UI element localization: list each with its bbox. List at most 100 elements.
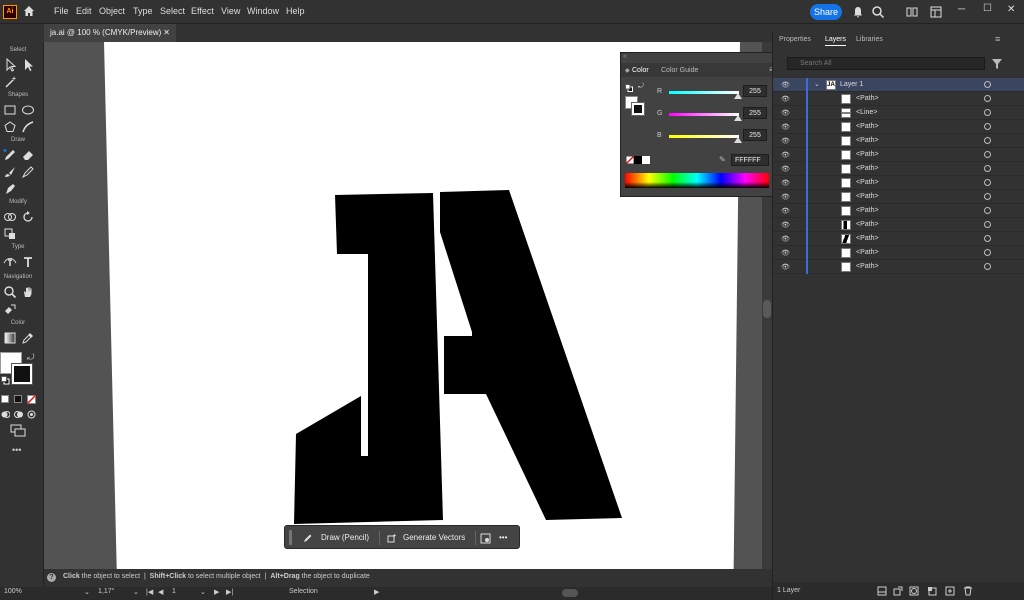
- visibility-eye-icon[interactable]: 👁: [781, 165, 790, 173]
- direct-selection-tool-icon[interactable]: [22, 58, 36, 72]
- zoom-tool-icon[interactable]: [3, 285, 17, 299]
- swap-colors-icon[interactable]: ⤾: [638, 83, 644, 91]
- target-circle-icon[interactable]: [984, 137, 991, 144]
- shape-builder-tool-icon[interactable]: [3, 210, 17, 224]
- layer-item-row[interactable]: 👁 <Line>: [773, 106, 1024, 120]
- clipping-mask-icon[interactable]: [909, 586, 919, 596]
- visibility-eye-icon[interactable]: 👁: [781, 137, 790, 145]
- previous-artboard-icon[interactable]: ◀: [158, 588, 163, 596]
- layer-item-row[interactable]: 👁 <Path>: [773, 134, 1024, 148]
- tab-layers[interactable]: Layers: [825, 36, 847, 46]
- share-button[interactable]: Share: [810, 4, 842, 20]
- color-spectrum[interactable]: [625, 173, 769, 188]
- generate-vectors-button[interactable]: Generate Vectors: [384, 530, 472, 546]
- locate-object-icon[interactable]: [893, 586, 903, 596]
- print-tiling-tool-icon[interactable]: [3, 302, 17, 316]
- status-menu-icon[interactable]: ▶: [374, 588, 379, 596]
- menu-object[interactable]: Object: [99, 6, 125, 16]
- draw-normal-icon[interactable]: [1, 410, 10, 419]
- layer-item-row[interactable]: 👁 <Path>: [773, 120, 1024, 134]
- layer-item-label[interactable]: <Path>: [856, 95, 879, 102]
- type-tool-icon[interactable]: [21, 255, 35, 269]
- maximize-icon[interactable]: ☐: [983, 3, 992, 14]
- search-icon[interactable]: [871, 5, 885, 19]
- slider-b-value[interactable]: 255: [743, 129, 767, 141]
- rotate-dropdown-icon[interactable]: ⌄: [133, 588, 139, 596]
- more-tools-icon[interactable]: •••: [12, 445, 21, 455]
- target-circle-icon[interactable]: [984, 263, 991, 270]
- zoom-dropdown-icon[interactable]: ⌄: [84, 588, 90, 596]
- default-colors-icon[interactable]: [625, 84, 633, 92]
- slider-g-value[interactable]: 255: [743, 107, 767, 119]
- collapse-panel-icon[interactable]: «: [623, 53, 627, 60]
- shaper-tool-icon[interactable]: [21, 120, 35, 134]
- menu-file[interactable]: File: [54, 6, 69, 16]
- layer-item-label[interactable]: <Path>: [856, 137, 879, 144]
- more-options-icon[interactable]: •••: [499, 530, 515, 546]
- visibility-eye-icon[interactable]: 👁: [781, 95, 790, 103]
- selection-tool-icon[interactable]: [4, 58, 18, 72]
- layer-item-row[interactable]: 👁 <Path>: [773, 232, 1024, 246]
- swap-fill-stroke-icon[interactable]: ⤾: [27, 352, 35, 363]
- horizontal-scroll-thumb[interactable]: [562, 589, 578, 597]
- visibility-eye-icon[interactable]: 👁: [781, 109, 790, 117]
- layer-item-label[interactable]: <Line>: [856, 109, 877, 116]
- visibility-eye-icon[interactable]: 👁: [781, 221, 790, 229]
- workspace-icon[interactable]: [929, 5, 943, 19]
- next-artboard-icon[interactable]: ▶: [214, 588, 219, 596]
- visibility-eye-icon[interactable]: 👁: [781, 123, 790, 131]
- slider-g-track[interactable]: [669, 113, 739, 116]
- black-swatch[interactable]: [634, 156, 642, 164]
- menu-help[interactable]: Help: [286, 6, 305, 16]
- screen-mode-icon[interactable]: [10, 424, 26, 438]
- menu-window[interactable]: Window: [247, 6, 279, 16]
- draw-behind-icon[interactable]: [14, 410, 23, 419]
- artboard-number[interactable]: 1: [172, 588, 176, 595]
- hex-eyedropper-icon[interactable]: ✎: [719, 155, 726, 164]
- paintbrush-tool-icon[interactable]: [3, 165, 17, 179]
- target-circle-icon[interactable]: [984, 193, 991, 200]
- layer-item-label[interactable]: <Path>: [856, 193, 879, 200]
- layer-search-input[interactable]: Search All: [787, 57, 985, 70]
- layer-item-row[interactable]: 👁 <Path>: [773, 162, 1024, 176]
- layer-row-layer-1[interactable]: 👁 ⌄ JA Layer 1: [773, 78, 1024, 92]
- layer-item-label[interactable]: <Path>: [856, 249, 879, 256]
- pen-tool-icon[interactable]: [3, 182, 17, 196]
- blob-brush-tool-icon[interactable]: [21, 165, 35, 179]
- document-tab[interactable]: ja.ai @ 100 % (CMYK/Preview) ✕: [44, 24, 176, 42]
- ellipse-tool-icon[interactable]: [21, 103, 35, 117]
- eyedropper-tool-icon[interactable]: [21, 331, 35, 345]
- layer-item-label[interactable]: <Path>: [856, 179, 879, 186]
- visibility-eye-icon[interactable]: 👁: [781, 249, 790, 257]
- layer-item-row[interactable]: 👁 <Path>: [773, 246, 1024, 260]
- home-icon[interactable]: [22, 4, 36, 18]
- slider-r-track[interactable]: [669, 91, 739, 94]
- tab-color[interactable]: Color: [632, 67, 649, 74]
- rotate-view-value[interactable]: 1,17°: [98, 588, 114, 595]
- layer-item-row[interactable]: 👁 <Path>: [773, 92, 1024, 106]
- rectangle-tool-icon[interactable]: [3, 103, 17, 117]
- zoom-level[interactable]: 100%: [4, 588, 22, 595]
- layer-item-label[interactable]: <Path>: [856, 207, 879, 214]
- none-color-icon[interactable]: [626, 156, 634, 164]
- help-icon[interactable]: ?: [47, 573, 56, 582]
- menu-type[interactable]: Type: [133, 6, 153, 16]
- visibility-eye-icon[interactable]: 👁: [781, 263, 790, 271]
- target-circle-icon[interactable]: [984, 221, 991, 228]
- target-circle-icon[interactable]: [984, 81, 991, 88]
- target-circle-icon[interactable]: [984, 95, 991, 102]
- draw-pencil-button[interactable]: Draw (Pencil): [299, 530, 377, 546]
- new-layer-icon[interactable]: [945, 586, 955, 596]
- notification-icon[interactable]: [851, 5, 865, 19]
- stroke-swatch[interactable]: [11, 363, 33, 385]
- layer-item-row[interactable]: 👁 <Path>: [773, 204, 1024, 218]
- gradient-tool-icon[interactable]: [3, 331, 17, 345]
- slider-b-track[interactable]: [669, 135, 739, 138]
- type-on-path-tool-icon[interactable]: [3, 255, 17, 269]
- slider-b-thumb[interactable]: [734, 137, 742, 143]
- target-circle-icon[interactable]: [984, 165, 991, 172]
- target-circle-icon[interactable]: [984, 235, 991, 242]
- layer-item-label[interactable]: <Path>: [856, 263, 879, 270]
- magic-wand-tool-icon[interactable]: [4, 75, 18, 89]
- polygon-tool-icon[interactable]: [3, 120, 17, 134]
